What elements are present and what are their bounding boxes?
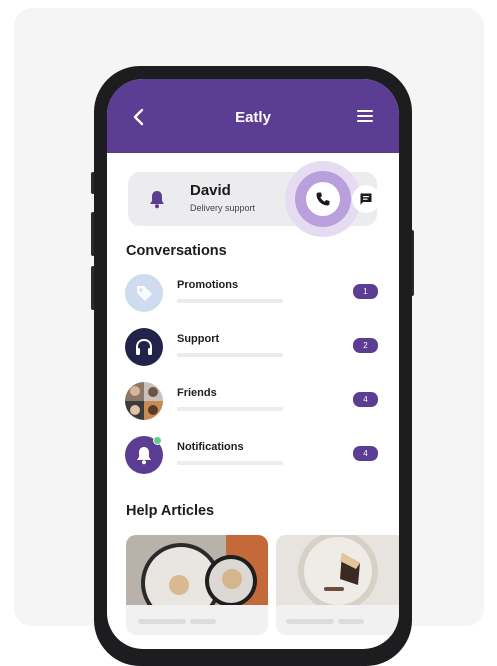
- conversation-label: Promotions: [177, 279, 239, 291]
- conversation-row-notifications[interactable]: Notifications 4: [125, 436, 381, 476]
- conversation-label: Friends: [177, 387, 217, 399]
- tag-icon: [125, 274, 163, 312]
- contact-role: Delivery support: [190, 203, 256, 213]
- unread-badge: 4: [353, 392, 378, 407]
- contact-card[interactable]: David Delivery support: [128, 161, 380, 237]
- text-placeholder: [190, 619, 216, 624]
- group-photo: [125, 382, 163, 420]
- text-placeholder: [138, 619, 186, 624]
- online-status-dot: [153, 436, 162, 445]
- preview-placeholder: [177, 299, 283, 303]
- canvas: Eatly David Delivery support Conversatio…: [0, 0, 497, 666]
- text-placeholder: [338, 619, 364, 624]
- help-articles-heading: Help Articles: [126, 503, 215, 519]
- help-article-card[interactable]: [126, 535, 268, 635]
- conversation-row-promotions[interactable]: Promotions 1: [125, 274, 381, 314]
- conversation-label: Notifications: [177, 441, 244, 453]
- headset-icon: [125, 328, 163, 366]
- conversation-row-support[interactable]: Support 2: [125, 328, 381, 368]
- preview-placeholder: [177, 353, 283, 357]
- app-header: Eatly: [107, 79, 399, 153]
- conversation-row-friends[interactable]: Friends 4: [125, 382, 381, 422]
- message-button[interactable]: [352, 185, 380, 213]
- article-image: [276, 535, 399, 605]
- call-button[interactable]: [306, 182, 340, 216]
- article-image: [126, 535, 268, 605]
- app-screen: Eatly David Delivery support Conversatio…: [107, 79, 399, 649]
- contact-name: David: [190, 182, 231, 199]
- unread-badge: 4: [353, 446, 378, 461]
- conversation-label: Support: [177, 333, 220, 345]
- preview-placeholder: [177, 407, 283, 411]
- phone-icon: [316, 192, 330, 206]
- unread-badge: 1: [353, 284, 378, 299]
- hamburger-menu-icon[interactable]: [357, 110, 373, 122]
- preview-placeholder: [177, 461, 283, 465]
- bell-icon: [150, 191, 164, 209]
- help-article-card[interactable]: [276, 535, 399, 635]
- conversations-heading: Conversations: [126, 243, 227, 259]
- text-placeholder: [286, 619, 334, 624]
- app-title: Eatly: [235, 109, 271, 126]
- unread-badge: 2: [353, 338, 378, 353]
- chat-icon: [360, 193, 372, 205]
